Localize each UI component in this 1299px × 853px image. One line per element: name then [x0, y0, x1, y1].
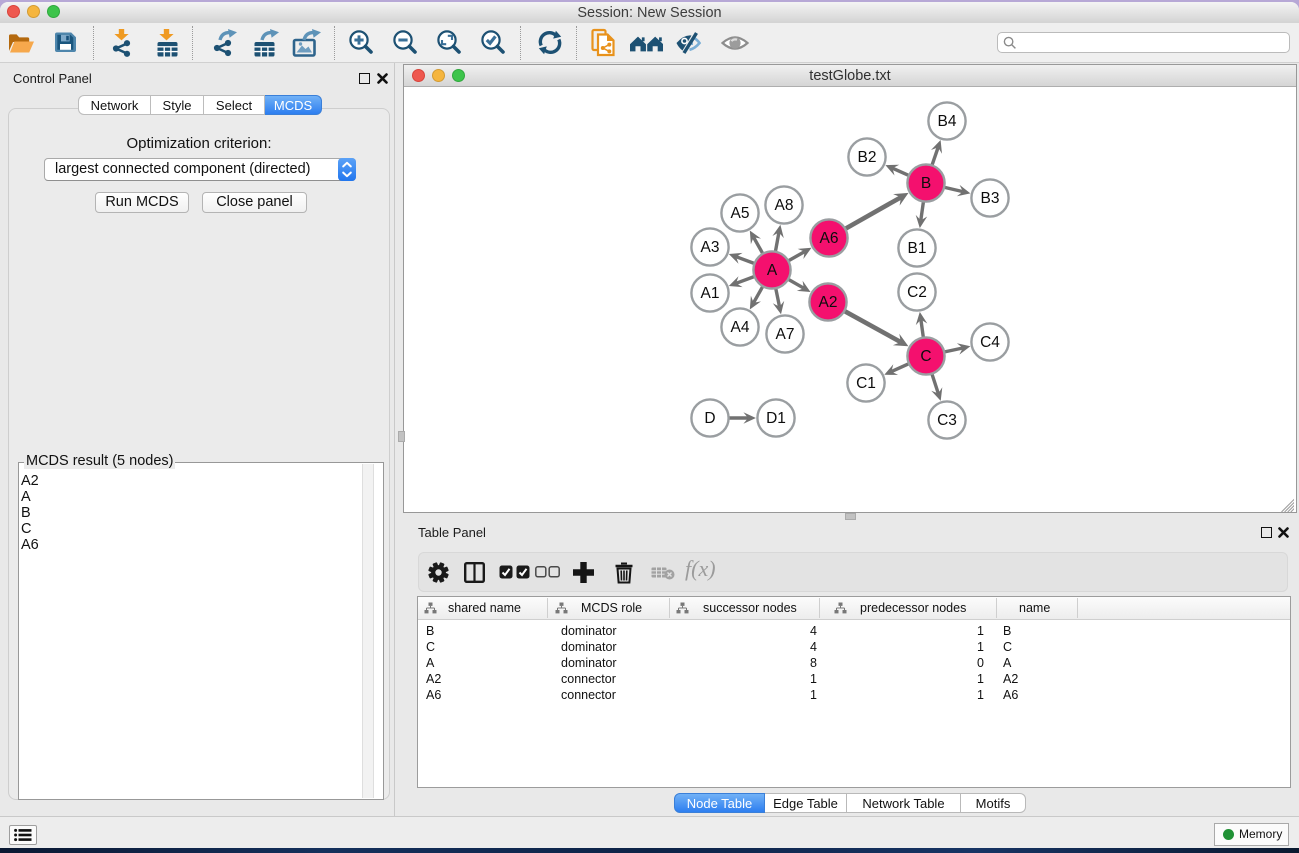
svg-text:A4: A4: [731, 319, 750, 336]
svg-text:B3: B3: [981, 190, 1000, 207]
svg-text:D: D: [704, 410, 715, 427]
svg-text:B: B: [921, 175, 931, 192]
svg-text:A8: A8: [775, 197, 794, 214]
svg-text:A2: A2: [819, 294, 838, 311]
svg-text:C1: C1: [856, 375, 876, 392]
svg-text:A5: A5: [731, 205, 750, 222]
svg-text:A7: A7: [776, 326, 795, 343]
svg-text:B1: B1: [908, 240, 927, 257]
svg-text:C3: C3: [937, 412, 957, 429]
svg-text:B4: B4: [938, 113, 957, 130]
svg-text:B2: B2: [858, 149, 877, 166]
svg-text:A1: A1: [701, 285, 720, 302]
svg-text:C: C: [920, 348, 931, 365]
svg-text:A: A: [767, 262, 778, 279]
svg-text:A3: A3: [701, 239, 720, 256]
svg-text:C4: C4: [980, 334, 1000, 351]
svg-text:D1: D1: [766, 410, 786, 427]
svg-text:C2: C2: [907, 284, 927, 301]
svg-text:A6: A6: [820, 230, 839, 247]
